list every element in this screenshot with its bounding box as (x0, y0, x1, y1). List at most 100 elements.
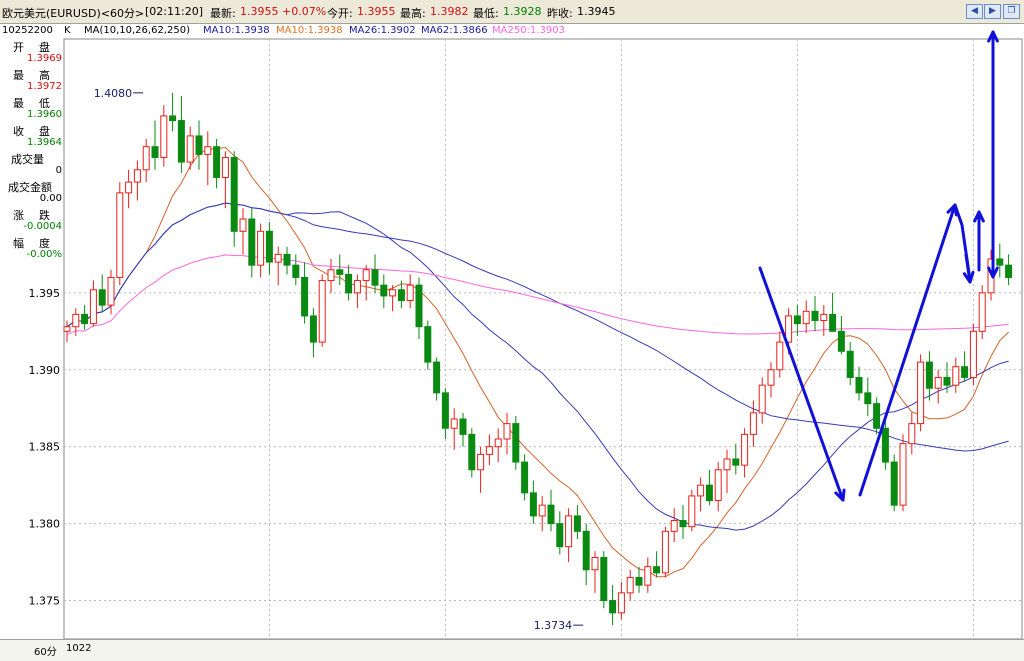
candle-body (732, 458, 740, 466)
candle-body (582, 530, 590, 571)
candle-body (644, 566, 652, 586)
candle-body (556, 523, 564, 548)
candle-body (591, 556, 599, 571)
candle-down (829, 292, 837, 332)
candle-body (609, 600, 617, 614)
candle-down (890, 454, 898, 512)
candle-body (345, 273, 353, 294)
candle-down (292, 254, 300, 286)
candle-down (961, 351, 969, 383)
candle-up (257, 223, 265, 278)
candle-body (802, 310, 810, 325)
candle-body (714, 469, 722, 502)
candle-up (406, 274, 414, 309)
candle-body (855, 376, 863, 394)
candle-down (811, 295, 819, 332)
candle-body (89, 289, 97, 325)
candle-up (327, 259, 335, 293)
candle-body (503, 423, 511, 440)
candle-body (661, 530, 669, 574)
candle-body (899, 443, 907, 506)
candle-body (996, 258, 1004, 266)
candle-up (160, 105, 168, 167)
candle-down (635, 566, 643, 593)
candle-down (309, 308, 317, 358)
candle-body (450, 418, 458, 429)
candle-body (107, 276, 115, 306)
candle-body (125, 181, 133, 194)
candle-down (380, 274, 388, 309)
candle-body (934, 376, 942, 389)
candle-body (917, 361, 925, 425)
y-tick-label: 1.395 (29, 287, 61, 300)
candle-up (362, 265, 370, 301)
candle-down (609, 585, 617, 626)
candle-body (653, 566, 661, 574)
candle-body (274, 253, 282, 263)
candle-down (653, 551, 661, 578)
candle-up (776, 331, 784, 378)
candle-body (239, 218, 247, 232)
candle-body (477, 453, 485, 471)
candle-body (221, 156, 229, 178)
moving-averages (66, 146, 1009, 578)
candle-body (573, 515, 581, 532)
candle-down (855, 366, 863, 401)
candle-body (873, 403, 881, 429)
candle-down (336, 254, 344, 286)
candle-body (925, 361, 933, 389)
candle-body (336, 269, 344, 275)
candle-body (283, 253, 291, 266)
candle-down (837, 315, 845, 355)
candle-body (767, 369, 775, 386)
candle-down (81, 305, 89, 330)
candle-down (873, 397, 881, 435)
candle-body (257, 230, 265, 266)
candle-body (169, 115, 177, 122)
candle-down (846, 342, 854, 386)
candle-down (345, 265, 353, 301)
candle-body (749, 412, 757, 435)
candle-body (529, 492, 537, 517)
candles (63, 92, 1013, 626)
candle-down (195, 120, 203, 170)
candle-down (512, 415, 520, 470)
candle-body (133, 169, 141, 183)
candle-body (688, 495, 696, 528)
candle-down (468, 428, 476, 478)
candle-down (98, 274, 106, 312)
ma250-line (66, 254, 1009, 336)
candle-down (582, 523, 590, 586)
candle-down (177, 95, 185, 173)
candle-down (248, 208, 256, 278)
candle-up (133, 160, 141, 201)
candle-body (318, 280, 326, 343)
candle-body (362, 269, 370, 282)
candle-down (151, 120, 159, 170)
start-date-label: 1022 (66, 643, 92, 654)
candle-body (600, 556, 608, 602)
y-tick-label: 1.385 (29, 441, 61, 454)
candle-up (503, 412, 511, 455)
drawn-annotations (758, 30, 999, 502)
candle-body (978, 292, 986, 332)
candle-body (890, 461, 898, 506)
candle-body (406, 284, 414, 302)
candle-up (661, 526, 669, 578)
candle-up (239, 208, 247, 255)
candle-body (151, 146, 159, 158)
candle-up (591, 551, 599, 593)
candle-down (424, 320, 432, 370)
candlestick-chart[interactable]: 1.3951.3901.3851.3801.375102226272829311… (0, 0, 1024, 661)
candle-body (565, 515, 573, 548)
high-annotation: 1.4080 (94, 87, 133, 100)
candle-body (670, 520, 678, 532)
candle-body (116, 192, 124, 278)
candle-body (371, 269, 379, 286)
candle-up (741, 428, 749, 478)
candle-up (485, 434, 493, 466)
candle-up (969, 323, 977, 386)
candle-body (248, 218, 256, 266)
y-tick-label: 1.375 (29, 595, 61, 608)
candle-up (697, 477, 705, 512)
